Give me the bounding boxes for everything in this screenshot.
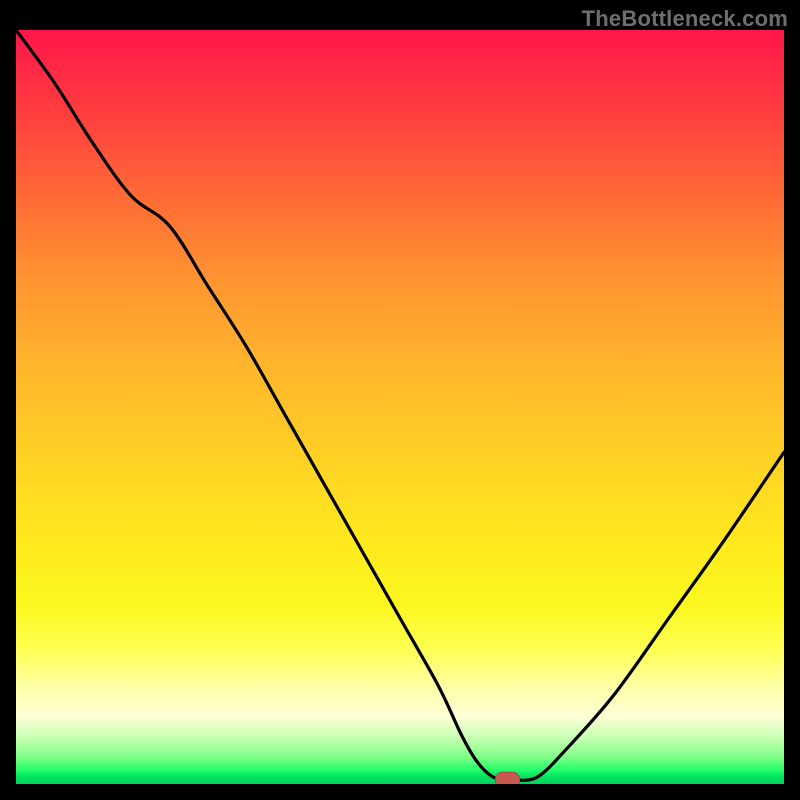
watermark-text: TheBottleneck.com [582,6,788,32]
chart-overlay [16,30,784,784]
chart-frame: TheBottleneck.com [0,0,800,800]
plot-outer [16,30,784,784]
bottleneck-curve [16,30,784,781]
optimal-point-marker [496,772,520,784]
